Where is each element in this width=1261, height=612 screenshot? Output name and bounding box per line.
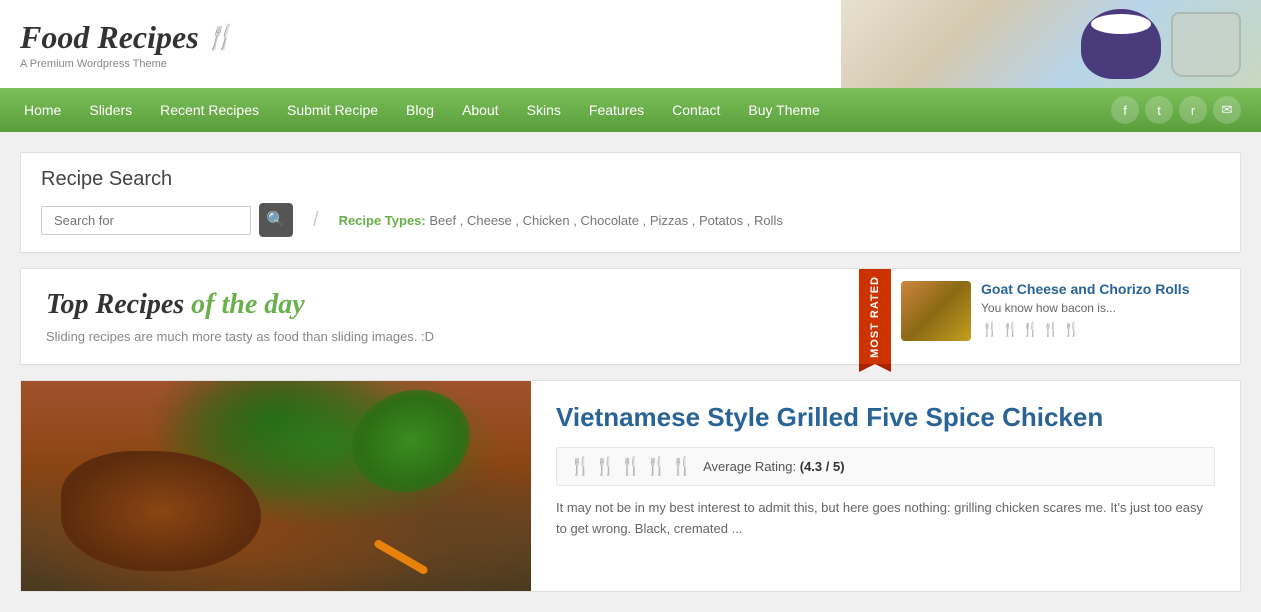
recipe-type-chocolate[interactable]: Chocolate , <box>580 213 646 228</box>
fork-5-empty: 🍴 <box>1063 321 1080 338</box>
recipe-main-title[interactable]: Vietnamese Style Grilled Five Spice Chic… <box>556 401 1215 435</box>
recipe-type-potatos[interactable]: Potatos , <box>699 213 750 228</box>
fork-2: 🍴 <box>1001 321 1018 338</box>
most-rated-ribbon: Most Rated <box>859 269 891 364</box>
top-recipes-box: Top Recipes of the day Sliding recipes a… <box>20 268 861 365</box>
search-input-wrap: 🔍 <box>41 203 293 237</box>
search-section: Recipe Search 🔍 / Recipe Types: Beef , C… <box>20 152 1241 253</box>
rating-value: (4.3 / 5) <box>800 459 845 474</box>
search-title: Recipe Search <box>41 168 1220 191</box>
large-fork-1: 🍴 <box>569 456 591 477</box>
site-subtitle: A Premium Wordpress Theme <box>20 58 235 70</box>
recipe-rating-forks: 🍴 🍴 🍴 🍴 🍴 <box>569 456 693 477</box>
most-rated-content: Goat Cheese and Chorizo Rolls You know h… <box>861 269 1240 353</box>
bowl-decoration <box>1081 9 1161 79</box>
site-header: Food Recipes 🍴 A Premium Wordpress Theme <box>0 0 1261 88</box>
most-rated-label: Most Rated <box>869 276 881 358</box>
nav-item-buy-theme[interactable]: Buy Theme <box>734 88 833 132</box>
most-rated-rating: 🍴 🍴 🍴 🍴 🍴 <box>981 321 1228 338</box>
search-icon: 🔍 <box>266 210 286 230</box>
nav-item-blog[interactable]: Blog <box>392 88 448 132</box>
nav-item-sliders[interactable]: Sliders <box>75 88 146 132</box>
email-icon[interactable]: ✉ <box>1213 96 1241 124</box>
twitter-icon[interactable]: t <box>1145 96 1173 124</box>
rating-label: Average Rating: (4.3 / 5) <box>703 459 844 474</box>
recipe-type-cheese[interactable]: Cheese , <box>467 213 519 228</box>
recipe-type-pizzas[interactable]: Pizzas , <box>650 213 696 228</box>
divider: / <box>313 209 319 232</box>
recipe-type-chicken[interactable]: Chicken , <box>523 213 577 228</box>
search-row: 🔍 / Recipe Types: Beef , Cheese , Chicke… <box>41 203 1220 237</box>
nav-item-home[interactable]: Home <box>10 88 75 132</box>
main-nav: Home Sliders Recent Recipes Submit Recip… <box>0 88 1261 132</box>
most-rated-recipe-title[interactable]: Goat Cheese and Chorizo Rolls <box>981 281 1228 297</box>
logo[interactable]: Food Recipes 🍴 A Premium Wordpress Theme <box>20 19 235 70</box>
recipe-info: Vietnamese Style Grilled Five Spice Chic… <box>531 381 1240 591</box>
top-recipes-title: Top Recipes of the day <box>46 289 835 321</box>
nav-item-recent-recipes[interactable]: Recent Recipes <box>146 88 273 132</box>
recipe-type-rolls[interactable]: Rolls <box>754 213 783 228</box>
nav-item-skins[interactable]: Skins <box>513 88 575 132</box>
fork-4: 🍴 <box>1042 321 1059 338</box>
recipe-type-beef[interactable]: Beef , <box>429 213 463 228</box>
recipe-excerpt: It may not be in my best interest to adm… <box>556 498 1215 540</box>
fork-icon: 🍴 <box>205 23 235 52</box>
recipe-types: Recipe Types: Beef , Cheese , Chicken , … <box>339 213 783 228</box>
search-input[interactable] <box>41 206 251 235</box>
top-recipes-desc: Sliding recipes are much more tasty as f… <box>46 329 835 344</box>
facebook-icon[interactable]: f <box>1111 96 1139 124</box>
nav-links: Home Sliders Recent Recipes Submit Recip… <box>10 88 834 132</box>
site-title: Food Recipes 🍴 <box>20 19 235 56</box>
nav-item-features[interactable]: Features <box>575 88 658 132</box>
large-fork-4: 🍴 <box>645 456 667 477</box>
search-button[interactable]: 🔍 <box>259 203 293 237</box>
most-rated-section: Most Rated Goat Cheese and Chorizo Rolls… <box>861 268 1241 365</box>
fork-3: 🍴 <box>1022 321 1039 338</box>
nav-item-about[interactable]: About <box>448 88 513 132</box>
rss-icon[interactable]: r <box>1179 96 1207 124</box>
nav-item-submit-recipe[interactable]: Submit Recipe <box>273 88 392 132</box>
most-rated-recipe-desc: You know how bacon is... <box>981 301 1228 315</box>
recipe-card: Vietnamese Style Grilled Five Spice Chic… <box>20 380 1241 592</box>
large-fork-2: 🍴 <box>594 456 616 477</box>
recipe-image <box>21 381 531 591</box>
most-rated-image-inner <box>901 281 971 341</box>
jar-decoration <box>1171 12 1241 77</box>
most-rated-info: Goat Cheese and Chorizo Rolls You know h… <box>981 281 1228 338</box>
main-content: Recipe Search 🔍 / Recipe Types: Beef , C… <box>0 132 1261 612</box>
recipe-types-label: Recipe Types: <box>339 213 426 228</box>
nav-item-contact[interactable]: Contact <box>658 88 734 132</box>
large-fork-5-empty: 🍴 <box>671 456 693 477</box>
social-links: f t r ✉ <box>1111 96 1251 124</box>
fork-1: 🍴 <box>981 321 998 338</box>
most-rated-image <box>901 281 971 341</box>
rating-row: 🍴 🍴 🍴 🍴 🍴 Average Rating: (4.3 / 5) <box>556 447 1215 486</box>
featured-section: Top Recipes of the day Sliding recipes a… <box>20 268 1241 365</box>
header-banner <box>841 0 1261 88</box>
large-fork-3: 🍴 <box>620 456 642 477</box>
